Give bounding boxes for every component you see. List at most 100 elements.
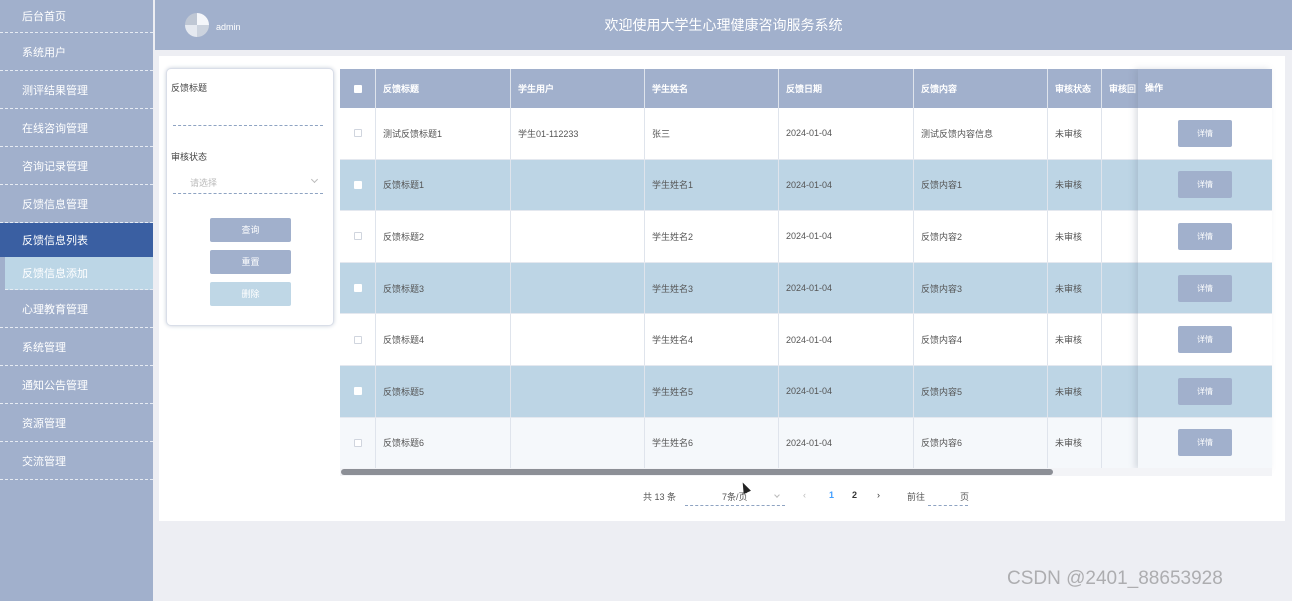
table-cell: 学生姓名6: [645, 417, 779, 469]
table-row[interactable]: 反馈标题1 学生姓名1 2024-01-04 反馈内容1 未审核: [340, 159, 1272, 212]
column-header[interactable]: 反馈内容: [914, 69, 1048, 108]
table-cell: 学生姓名3: [645, 262, 779, 314]
detail-button[interactable]: 详情: [1178, 429, 1232, 457]
table-cell: 学生01-112233: [511, 108, 645, 159]
table-cell: 2024-01-04: [779, 417, 914, 469]
sidebar-item-resources[interactable]: 资源管理: [0, 404, 153, 442]
page-unit-label: 页: [960, 492, 970, 502]
sidebar-item-notices[interactable]: 通知公告管理: [0, 366, 153, 404]
table-cell: 2024-01-04: [779, 159, 914, 211]
sidebar-item-feedback-add[interactable]: 反馈信息添加: [5, 257, 153, 290]
table-cell: 反馈标题1: [376, 159, 511, 211]
detail-button[interactable]: 详情: [1178, 222, 1232, 250]
delete-button[interactable]: 删除: [210, 282, 291, 306]
feedback-table: 反馈标题 学生用户 学生姓名 反馈日期 反馈内容 审核状态 审核回 测试反馈标题…: [340, 69, 1272, 470]
sidebar-item-label: 反馈信息管理: [22, 198, 88, 211]
sidebar-item-system-management[interactable]: 系统管理: [0, 328, 153, 366]
row-checkbox[interactable]: [353, 438, 362, 447]
row-checkbox[interactable]: [353, 129, 362, 138]
page-number-1[interactable]: 1: [829, 490, 834, 500]
row-checkbox[interactable]: [353, 284, 362, 293]
page-number-2[interactable]: 2: [852, 490, 857, 500]
table-cell: [511, 211, 645, 262]
sidebar-item-label: 交流管理: [22, 455, 66, 468]
table-row[interactable]: 反馈标题5 学生姓名5 2024-01-04 反馈内容5 未审核: [340, 365, 1272, 418]
sidebar-item-feedback-list[interactable]: 反馈信息列表: [0, 223, 153, 257]
table-row[interactable]: 反馈标题6 学生姓名6 2024-01-04 反馈内容6 未审核: [340, 417, 1272, 470]
sidebar-item-label: 在线咨询管理: [22, 122, 88, 135]
title-filter-input[interactable]: [173, 104, 323, 126]
table-cell: 学生姓名2: [645, 211, 779, 262]
row-checkbox[interactable]: [353, 232, 362, 241]
sidebar-item-label: 后台首页: [22, 11, 66, 23]
table-row[interactable]: 反馈标题4 学生姓名4 2024-01-04 反馈内容4 未审核: [340, 314, 1272, 366]
table-row[interactable]: 反馈标题3 学生姓名3 2024-01-04 反馈内容3 未审核: [340, 262, 1272, 315]
status-filter-select[interactable]: 请选择: [173, 172, 323, 194]
detail-button[interactable]: 详情: [1178, 377, 1232, 405]
sidebar-item-label: 系统管理: [22, 341, 66, 354]
table-header: 反馈标题 学生用户 学生姓名 反馈日期 反馈内容 审核状态 审核回: [340, 69, 1272, 108]
pagination-total: 共 13 条: [643, 492, 677, 502]
table-cell: 2024-01-04: [779, 314, 914, 365]
sidebar-item-psych-education[interactable]: 心理教育管理: [0, 290, 153, 328]
reset-button[interactable]: 重置: [210, 250, 291, 274]
detail-button[interactable]: 详情: [1178, 274, 1232, 302]
sidebar-item-feedback-management[interactable]: 反馈信息管理: [0, 185, 153, 223]
table-cell: 反馈标题2: [376, 211, 511, 262]
detail-button[interactable]: 详情: [1178, 119, 1232, 147]
sidebar-item-label: 反馈信息列表: [22, 235, 88, 247]
table-row[interactable]: 测试反馈标题1 学生01-112233 张三 2024-01-04 测试反馈内容信息 未审…: [340, 108, 1272, 160]
table-cell: 2024-01-04: [779, 108, 914, 159]
operation-cell: 详情: [1138, 314, 1272, 366]
sidebar-item-label: 资源管理: [22, 417, 66, 430]
sidebar-item-consult-records[interactable]: 咨询记录管理: [0, 147, 153, 185]
sidebar-item-system-users[interactable]: 系统用户: [0, 33, 153, 71]
table-cell: 2024-01-04: [779, 211, 914, 262]
table-cell: 学生姓名5: [645, 365, 779, 417]
column-header[interactable]: 反馈标题: [376, 69, 511, 108]
prev-page-button[interactable]: ‹: [803, 490, 806, 500]
table-cell: 学生姓名1: [645, 159, 779, 211]
table-cell: [511, 365, 645, 417]
table-cell: 反馈内容2: [914, 211, 1048, 262]
operation-cell: 详情: [1138, 159, 1272, 212]
detail-button[interactable]: 详情: [1178, 326, 1232, 354]
table-cell: 反馈内容3: [914, 262, 1048, 314]
sidebar: 后台首页 系统用户 测评结果管理 在线咨询管理 咨询记录管理 反馈信息管理 反馈…: [0, 0, 153, 601]
table-cell: 未审核: [1048, 211, 1102, 262]
sidebar-item-label: 咨询记录管理: [22, 160, 88, 173]
table-cell: 未审核: [1048, 262, 1102, 314]
sidebar-item-exchange[interactable]: 交流管理: [0, 442, 153, 480]
sidebar-item-online-consult[interactable]: 在线咨询管理: [0, 109, 153, 147]
row-checkbox[interactable]: [353, 387, 362, 396]
table-cell: 2024-01-04: [779, 262, 914, 314]
horizontal-scrollbar[interactable]: [341, 469, 1053, 475]
page-size-select[interactable]: 7条/页: [685, 490, 785, 506]
column-header[interactable]: 学生用户: [511, 69, 645, 108]
table-cell: [511, 417, 645, 469]
column-header[interactable]: 反馈日期: [779, 69, 914, 108]
page-title: 欢迎使用大学生心理健康咨询服务系统: [604, 17, 843, 33]
table-cell: [511, 262, 645, 314]
detail-button[interactable]: 详情: [1178, 171, 1232, 199]
row-checkbox[interactable]: [353, 335, 362, 344]
query-button[interactable]: 查询: [210, 218, 291, 242]
table-cell: 未审核: [1048, 365, 1102, 417]
table-cell: 测试反馈内容信息: [914, 108, 1048, 159]
column-header[interactable]: 审核状态: [1048, 69, 1102, 108]
row-checkbox[interactable]: [353, 180, 362, 189]
table-cell: 张三: [645, 108, 779, 159]
table-cell: 反馈内容1: [914, 159, 1048, 211]
table-body: 测试反馈标题1 学生01-112233 张三 2024-01-04 测试反馈内容信息 未审…: [340, 108, 1272, 470]
column-header[interactable]: 学生姓名: [645, 69, 779, 108]
table-cell: 反馈内容6: [914, 417, 1048, 469]
table-cell: 反馈内容4: [914, 314, 1048, 365]
table-cell: [511, 314, 645, 365]
sidebar-item-assessment-results[interactable]: 测评结果管理: [0, 71, 153, 109]
next-page-button[interactable]: ›: [877, 490, 880, 500]
operation-cell: 详情: [1138, 365, 1272, 418]
operation-column: 操作 详情 详情 详情 详情 详情 详情 详情: [1138, 69, 1272, 470]
sidebar-item-home[interactable]: 后台首页: [0, 0, 153, 33]
select-all-checkbox[interactable]: [353, 84, 362, 93]
table-row[interactable]: 反馈标题2 学生姓名2 2024-01-04 反馈内容2 未审核: [340, 211, 1272, 263]
